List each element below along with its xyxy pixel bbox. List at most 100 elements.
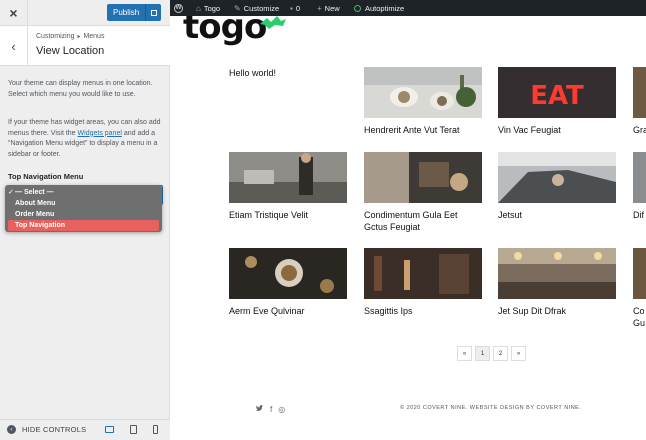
post-title[interactable]: Vin Vac Feugiat [498,124,616,136]
publish-button[interactable]: Publish [107,4,161,21]
home-icon: ⌂ [196,3,201,13]
pizza-oven-image [364,152,482,203]
hide-controls-label: HIDE CONTROLS [22,425,87,434]
post-title[interactable]: Aerm Eve Qulvinar [229,305,347,317]
food-image [633,67,646,118]
post-title[interactable]: Hendrerit Ante Vut Terat [364,124,482,136]
post-thumbnail[interactable] [229,152,347,203]
post-title-hello-world[interactable]: Hello world! [229,67,276,79]
cafe-image [633,248,646,299]
site-logo[interactable]: togo [183,16,267,47]
publish-settings-button[interactable] [145,4,161,21]
comment-icon: ▪ [290,3,293,13]
post-thumbnail[interactable] [633,67,646,118]
street-image [633,152,646,203]
customize-label: Customize [243,3,280,13]
menu-select-dropdown[interactable]: ✓ — Select — About Menu Order Menu Top Na… [5,185,162,232]
car-interior-image [498,152,616,203]
collapse-icon: ‹ [7,425,16,434]
twitter-icon[interactable] [256,405,264,414]
restaurant-interior-image [498,248,616,299]
post-thumbnail[interactable] [498,152,616,203]
copyright-text: © 2020 COVERT NINE. WEBSITE DESIGN BY CO… [400,405,582,411]
bar-wine-image [364,248,482,299]
post-thumbnail[interactable] [633,248,646,299]
post-title[interactable]: Condimentum Gula Eet Gctus Feugiat [364,209,482,233]
panel-footer: ‹ HIDE CONTROLS [0,419,170,440]
chef-kitchen-image [229,152,347,203]
post-title[interactable]: Dif [633,209,644,221]
post-thumbnail[interactable] [229,248,347,299]
post-title[interactable]: Etiam Tristique Velit [229,209,347,221]
admin-bar-customize[interactable]: ✎ Customize [234,0,279,16]
pagination-prev[interactable]: « [457,346,472,361]
post-thumbnail[interactable] [364,248,482,299]
admin-bar-comments[interactable]: ▪ 0 [290,0,300,16]
customizer-window: × Publish ‹ Customizing ▸ Menus View Loc… [0,0,646,440]
panel-header: × Publish [0,0,170,26]
mobile-icon[interactable] [153,425,158,434]
post-title[interactable]: Jetsut [498,209,616,221]
plus-icon: + [317,3,322,13]
pagination-next[interactable]: » [511,346,526,361]
facebook-icon[interactable]: f [270,405,272,414]
publish-label: Publish [113,8,140,17]
location-description: Your theme can display menus in one loca… [8,80,153,98]
section-title-bar: ‹ Customizing ▸ Menus View Location [0,26,170,66]
breadcrumb-parent: Customizing [36,33,75,40]
post-title[interactable]: Ssagittis Ips [364,305,482,317]
plated-food-image [229,248,347,299]
gear-icon [150,9,157,16]
site-preview: togo Hello world! Hendrerit Ante Vut Ter… [171,16,646,440]
pagination-page-2[interactable]: 2 [493,346,508,361]
check-icon: ✓ [8,189,14,196]
post-title[interactable]: Gra [633,124,646,136]
brush-icon: ✎ [234,3,241,13]
admin-bar: W ⌂ Togo ✎ Customize ▪ 0 + New Autoptimi… [170,0,646,16]
new-label: New [324,3,340,13]
autoptimize-label: Autoptimize [365,3,405,13]
post-thumbnail[interactable] [364,152,482,203]
tablet-icon[interactable] [130,425,137,434]
hide-controls-button[interactable]: ‹ HIDE CONTROLS [7,425,86,434]
eat-neon-sign-image: EAT [498,67,616,118]
customizer-panel: × Publish ‹ Customizing ▸ Menus View Loc… [0,0,170,440]
admin-bar-new[interactable]: + New [317,0,340,16]
dining-table-image [364,67,482,118]
comments-count: 0 [295,3,301,13]
section-title: View Location [36,45,105,57]
post-thumbnail[interactable]: EAT [498,67,616,118]
close-icon: × [9,5,18,21]
admin-bar-autoptimize[interactable]: Autoptimize [354,0,404,16]
breadcrumb: Customizing ▸ Menus [36,33,104,40]
dropdown-option-select[interactable]: ✓ — Select — [8,187,159,198]
widgets-description: If your theme has widget areas, you can … [8,118,166,160]
svg-text:EAT: EAT [530,81,584,111]
post-title[interactable]: Jet Sup Dit Dfrak [498,305,616,317]
admin-bar-site[interactable]: ⌂ Togo [196,0,220,16]
dropdown-option-top-navigation[interactable]: Top Navigation [8,220,159,231]
post-thumbnail[interactable] [364,67,482,118]
instagram-icon[interactable]: ◎ [278,405,285,414]
breadcrumb-separator-icon: ▸ [77,34,81,40]
dropdown-option-about-menu[interactable]: About Menu [8,198,159,209]
desktop-icon[interactable] [105,426,114,433]
wordpress-icon[interactable]: W [174,3,183,13]
menu-location-label: Top Navigation Menu [8,172,84,181]
breadcrumb-section: Menus [83,33,105,40]
option-label: — Select — [15,189,54,196]
back-button[interactable]: ‹ [0,26,28,66]
post-thumbnail[interactable] [633,152,646,203]
widgets-panel-link[interactable]: Widgets panel [78,130,122,137]
post-title[interactable]: Co Gu [633,305,646,329]
social-links: f ◎ [256,405,285,414]
logo-leaf-icon [260,16,286,29]
status-ring-icon [354,4,361,12]
dropdown-option-order-menu[interactable]: Order Menu [8,209,159,220]
pagination: « 1 2 » [457,346,529,361]
close-customizer-button[interactable]: × [0,0,28,26]
chevron-left-icon: ‹ [11,38,16,54]
post-thumbnail[interactable] [498,248,616,299]
site-name: Togo [203,3,221,13]
pagination-page-1[interactable]: 1 [475,346,490,361]
